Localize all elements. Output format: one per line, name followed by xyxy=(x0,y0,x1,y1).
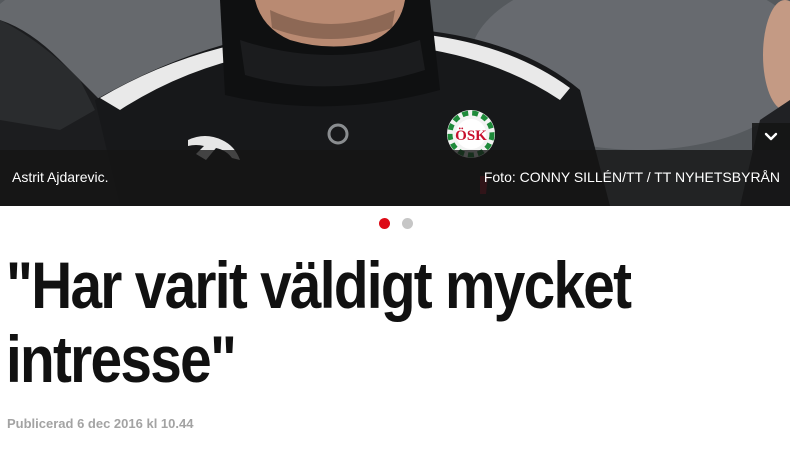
slide-dot-1[interactable] xyxy=(379,218,390,229)
expand-caption-button[interactable] xyxy=(752,123,790,150)
publish-date: Publicerad 6 dec 2016 kl 10.44 xyxy=(7,416,194,431)
photo-credit: Foto: CONNY SILLÉN/TT / TT NYHETSBYRÅN xyxy=(483,169,780,185)
image-caption: Astrit Ajdarevic. xyxy=(12,169,109,185)
slideshow-pagination xyxy=(0,218,790,230)
svg-text:ÖSK: ÖSK xyxy=(455,127,487,144)
hero-image[interactable]: ÖSK Astrit Ajdarevic. Foto: CONNY SILLÉN… xyxy=(0,0,790,206)
article-headline: "Har varit väldigt mycket intresse" xyxy=(6,248,632,396)
chevron-down-icon xyxy=(764,132,778,140)
slide-dot-2[interactable] xyxy=(402,218,413,229)
